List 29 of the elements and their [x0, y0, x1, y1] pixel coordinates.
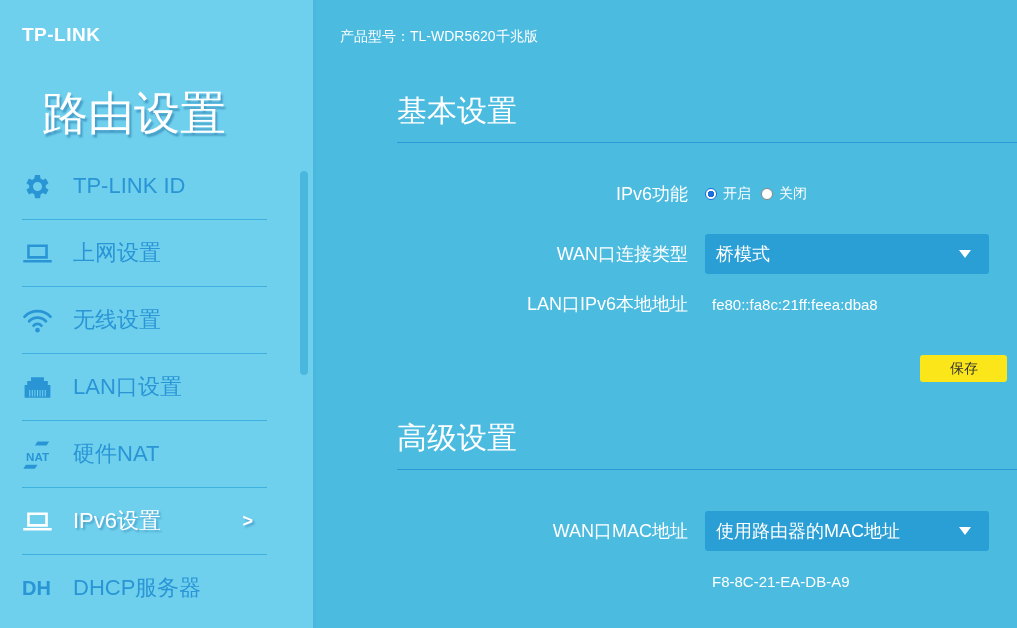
- field-label: LAN口IPv6本地地址: [526, 294, 688, 314]
- sidebar-item[interactable]: LAN口设置: [22, 354, 267, 422]
- radio-button[interactable]: [761, 188, 773, 200]
- caret-icon: [959, 527, 971, 535]
- section-title: 高级设置: [397, 398, 1017, 470]
- sidebar-item[interactable]: TP-LINK ID: [22, 153, 267, 221]
- sidebar-title: 路由设置: [42, 86, 226, 141]
- sidebar-item[interactable]: DH DHCP服务器: [22, 555, 267, 622]
- field-label: WAN口MAC地址: [552, 521, 688, 541]
- radio-option[interactable]: 关闭: [761, 185, 807, 203]
- save-button[interactable]: 保存: [920, 355, 1007, 382]
- sidebar-item[interactable]: NAT 硬件NAT: [22, 421, 267, 489]
- caret-icon: [959, 250, 971, 258]
- field-label: WAN口连接类型: [556, 244, 688, 264]
- sidebar-item[interactable]: IPv6设置 >: [22, 488, 267, 556]
- brand-logo: TP-LINK: [22, 24, 101, 46]
- dhcp-icon: DH: [22, 576, 53, 600]
- radio-button[interactable]: [705, 188, 717, 200]
- sidebar-item[interactable]: 上网设置: [22, 220, 267, 288]
- radio-option[interactable]: 开启: [705, 185, 751, 203]
- field-label: IPv6功能: [615, 184, 688, 204]
- dropdown-select[interactable]: 桥模式: [705, 234, 989, 274]
- scrollbar-thumb[interactable]: [300, 171, 308, 375]
- sidebar-item[interactable]: 无线设置: [22, 287, 267, 355]
- product-model: 产品型号：TL-WDR5620千兆版: [340, 28, 538, 46]
- dropdown-select[interactable]: 使用路由器的MAC地址: [705, 511, 989, 551]
- field-value: fe80::fa8c:21ff:feea:dba8: [711, 295, 878, 313]
- section-title: 基本设置: [397, 46, 1017, 143]
- field-value: F8-8C-21-EA-DB-A9: [711, 572, 850, 590]
